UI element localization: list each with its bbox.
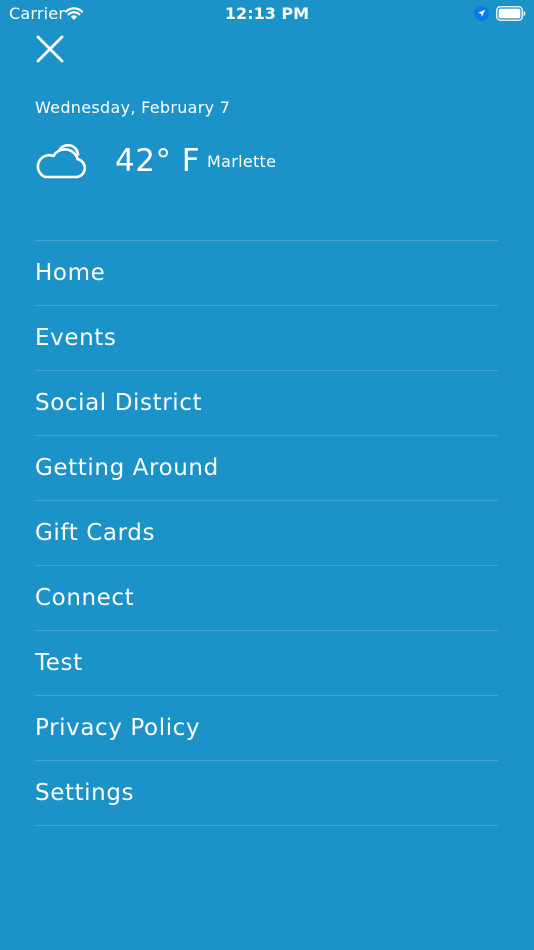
menu-item-label: Privacy Policy <box>35 715 201 741</box>
menu-item-label: Gift Cards <box>35 520 156 546</box>
close-icon[interactable] <box>34 33 66 65</box>
menu-item-connect[interactable]: Connect <box>35 566 498 631</box>
menu-item-gift-cards[interactable]: Gift Cards <box>35 501 498 566</box>
menu-item-label: Connect <box>35 585 135 611</box>
menu-item-label: Home <box>35 260 106 286</box>
location-arrow-icon <box>474 6 489 21</box>
weather-temperature: 42° F <box>115 143 201 179</box>
menu-item-settings[interactable]: Settings <box>35 761 498 826</box>
weather-date: Wednesday, February 7 <box>35 98 231 117</box>
weather-location: Marlette <box>207 152 277 171</box>
menu-item-label: Events <box>35 325 117 351</box>
nav-menu: Home Events Social District Getting Arou… <box>35 240 498 826</box>
menu-item-home[interactable]: Home <box>35 241 498 306</box>
status-bar: Carrier 12:13 PM <box>0 0 534 28</box>
cloud-icon <box>36 143 87 179</box>
menu-item-label: Social District <box>35 390 203 416</box>
battery-icon <box>496 6 526 21</box>
menu-item-test[interactable]: Test <box>35 631 498 696</box>
clock: 12:13 PM <box>224 4 310 23</box>
menu-item-privacy-policy[interactable]: Privacy Policy <box>35 696 498 761</box>
menu-item-label: Settings <box>35 780 135 806</box>
menu-item-getting-around[interactable]: Getting Around <box>35 436 498 501</box>
menu-item-label: Test <box>35 650 83 676</box>
menu-item-social-district[interactable]: Social District <box>35 371 498 436</box>
menu-item-events[interactable]: Events <box>35 306 498 371</box>
menu-item-label: Getting Around <box>35 455 219 481</box>
